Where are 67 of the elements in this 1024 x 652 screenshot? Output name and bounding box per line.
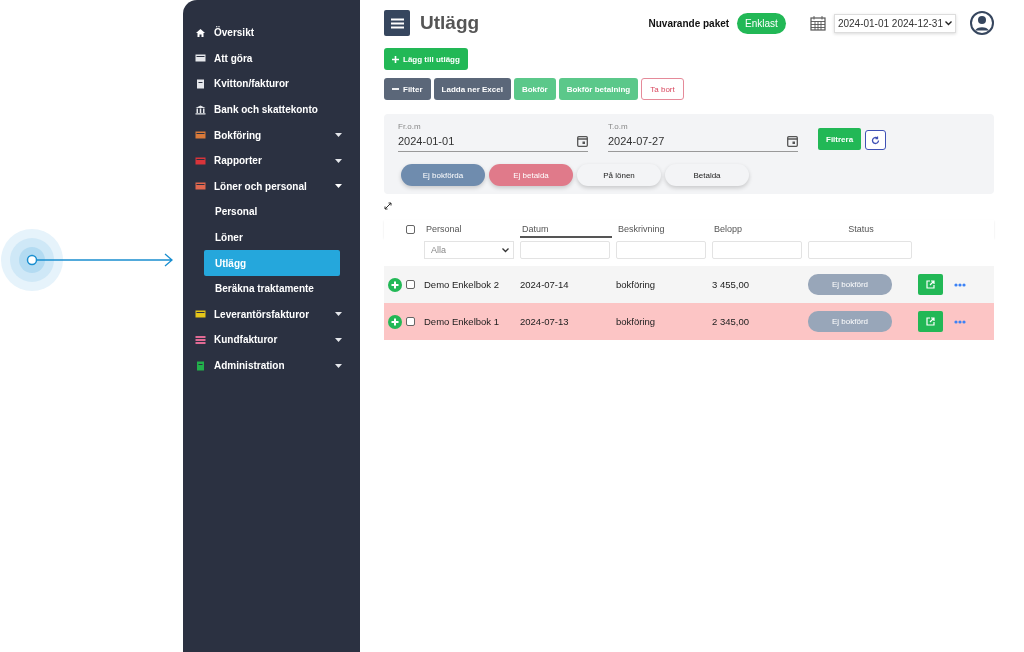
package-label: Nuvarande paket <box>648 17 730 29</box>
refresh-button[interactable] <box>865 130 887 150</box>
table-cell-text: 2024-07-14 <box>520 279 570 290</box>
sidebar-item[interactable]: Bokföring <box>183 122 360 148</box>
edit-button[interactable] <box>918 311 943 332</box>
toolbar-button[interactable]: Ladda ner Excel <box>433 78 511 100</box>
page-title: Utlägg <box>420 12 481 34</box>
date-field[interactable]: T.o.m 2024-07-27 <box>608 122 798 152</box>
menu-icon <box>390 17 404 29</box>
status-filter-chip[interactable]: På lönen <box>577 164 661 186</box>
column-filter-field[interactable] <box>616 241 706 259</box>
chevron-down-icon <box>502 247 509 253</box>
chevron-down-icon <box>945 20 952 26</box>
column-filter-field[interactable] <box>808 241 912 259</box>
calendar-icon <box>787 135 798 147</box>
sidebar-item[interactable]: Leverantörsfakturor <box>183 301 360 328</box>
refresh-icon <box>871 135 881 145</box>
status-badge: Ej bokförd <box>808 274 892 295</box>
collapse-icon[interactable] <box>384 202 392 210</box>
table-cell-text: 2024-07-13 <box>520 316 570 327</box>
add-circle-icon[interactable] <box>388 314 402 329</box>
sidebar-item[interactable]: Löner och personal <box>183 173 360 200</box>
personal-filter-select[interactable]: Alla <box>424 241 514 259</box>
edit-button[interactable] <box>918 274 943 295</box>
external-link-icon <box>926 280 935 289</box>
package-badge: Enklast <box>737 12 786 34</box>
select-all-checkbox[interactable] <box>406 224 415 234</box>
column-header[interactable]: Status <box>808 220 914 238</box>
minus-icon <box>392 88 399 90</box>
sidebar-subitem[interactable]: Löner <box>204 224 340 251</box>
sidebar-item[interactable]: Kundfakturor <box>183 327 360 353</box>
table-cell-text: Demo Enkelbok 2 <box>424 279 500 290</box>
external-link-icon <box>926 317 935 326</box>
toolbar-button[interactable]: Filter <box>384 78 431 100</box>
sidebar-subitem[interactable]: Personal <box>204 199 340 225</box>
column-header[interactable]: Personal <box>424 220 516 238</box>
calendar-icon <box>577 135 588 147</box>
sidebar-item[interactable]: Bank och skattekonto <box>183 96 360 123</box>
table-cell-text: Demo Enkelbok 1 <box>424 316 500 327</box>
table-cell-text: bokföring <box>616 279 657 290</box>
status-badge: Ej bokförd <box>808 311 892 332</box>
plus-icon <box>392 55 399 63</box>
sidebar-item[interactable]: Administration <box>183 352 360 379</box>
sidebar-item[interactable]: Att göra <box>183 45 360 72</box>
column-filter-field[interactable] <box>520 241 610 259</box>
sidebar-item[interactable]: Kvitton/fakturor <box>183 71 360 97</box>
user-avatar-icon[interactable] <box>970 11 994 35</box>
more-icon[interactable] <box>954 282 966 287</box>
more-icon[interactable] <box>954 319 966 324</box>
column-filter-field[interactable] <box>712 241 802 259</box>
menu-button[interactable] <box>384 10 410 36</box>
column-header[interactable]: Belopp <box>712 220 804 238</box>
status-filter-chip[interactable]: Betalda <box>665 164 749 186</box>
period-select[interactable]: 2024-01-01 2024-12-31 <box>833 13 956 33</box>
date-field[interactable]: Fr.o.m 2024-01-01 <box>398 122 588 152</box>
calendar-icon <box>809 15 826 31</box>
column-header[interactable]: Beskrivning <box>616 220 708 238</box>
table-cell-text: 2 345,00 <box>712 316 750 327</box>
add-circle-icon[interactable] <box>388 277 402 292</box>
row-checkbox[interactable] <box>406 317 415 326</box>
sidebar-item[interactable]: Översikt <box>183 20 360 46</box>
row-checkbox[interactable] <box>406 280 415 289</box>
sidebar-item[interactable]: Rapporter <box>183 147 360 174</box>
table-cell-text: 3 455,00 <box>712 279 750 290</box>
table-cell-text: bokföring <box>616 316 657 327</box>
sidebar-subitem[interactable]: Beräkna traktamente <box>204 275 340 302</box>
toolbar-button[interactable]: Ta bort <box>641 78 684 100</box>
